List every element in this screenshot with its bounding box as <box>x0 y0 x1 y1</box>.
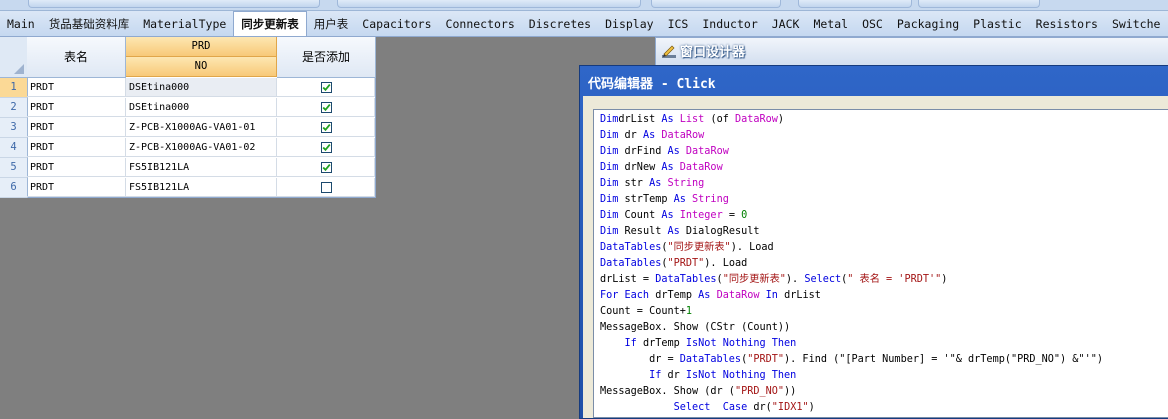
ribbon-button[interactable] <box>798 0 912 8</box>
code-line: Select Case dr("IDX1") <box>673 402 815 413</box>
tab-7[interactable]: Discretes <box>522 12 598 36</box>
tab-11[interactable]: JACK <box>765 12 807 36</box>
code-line: For Each drTemp As DataRow In drList <box>600 290 821 301</box>
code-line: MessageBox. Show (CStr (Count)) <box>600 322 791 333</box>
data-grid: 表名 PRD NO 是否添加 1 PRDT DSEtina000 2 PRDT DSEti… <box>0 37 376 198</box>
row-header[interactable]: 3 <box>0 118 28 138</box>
code-editor-window: 代码编辑器 - Click DimdrList As List (of Data… <box>579 65 1168 419</box>
code-line: Dim Result As DialogResult <box>600 226 760 237</box>
designer-title: 窗口设计器 <box>680 45 746 60</box>
cell-no[interactable]: FS5IB121LA <box>126 178 277 197</box>
code-editor-title: 代码编辑器 - Click <box>588 77 716 92</box>
cell-table-name[interactable]: PRDT <box>27 158 126 177</box>
tab-2[interactable]: MaterialType <box>136 12 233 36</box>
code-line: MessageBox. Show (dr ("PRD_NO")) <box>600 386 797 397</box>
cell-no[interactable]: DSEtina000 <box>126 78 277 97</box>
cell-table-name[interactable]: PRDT <box>27 178 126 197</box>
checkbox-checked[interactable] <box>321 122 332 133</box>
tab-12[interactable]: Metal <box>806 12 855 36</box>
checkbox-checked[interactable] <box>321 102 332 113</box>
tab-15[interactable]: Plastic <box>966 12 1028 36</box>
cell-no[interactable]: FS5IB121LA <box>126 158 277 177</box>
code-line: Dim strTemp As String <box>600 194 729 205</box>
ribbon-strip <box>0 0 1168 11</box>
tab-16[interactable]: Resistors <box>1029 12 1105 36</box>
grid-corner[interactable] <box>0 37 28 78</box>
tab-14[interactable]: Packaging <box>890 12 966 36</box>
tab-4[interactable]: 用户表 <box>307 12 356 36</box>
checkmark-icon <box>322 144 331 152</box>
code-line: Dim str As String <box>600 178 705 189</box>
checkmark-icon <box>322 164 331 172</box>
code-line: Dim Count As Integer = 0 <box>600 210 748 221</box>
code-line: Dim drFind As DataRow <box>600 146 729 157</box>
row-header[interactable]: 2 <box>0 98 28 118</box>
code-editor-body: DimdrList As List (of DataRow) Dim dr As … <box>583 96 1168 418</box>
row-header[interactable]: 1 <box>0 78 28 98</box>
column-header-no[interactable]: NO <box>126 57 277 77</box>
sheet-tab-bar: Main 货品基础资料库 MaterialType 同步更新表 用户表 Capacitor… <box>0 11 1168 37</box>
ribbon-button[interactable] <box>651 0 781 8</box>
cell-no[interactable]: Z-PCB-X1000AG-VA01-02 <box>126 138 277 157</box>
code-line: If drTemp IsNot Nothing Then <box>624 338 797 349</box>
row-header[interactable]: 4 <box>0 138 28 158</box>
code-text-area[interactable]: DimdrList As List (of DataRow) Dim dr As … <box>593 109 1168 418</box>
cell-no[interactable]: DSEtina000 <box>126 98 277 117</box>
column-header-table-name[interactable]: 表名 <box>27 37 126 78</box>
checkbox-checked[interactable] <box>321 162 332 173</box>
code-line: DimdrList As List (of DataRow) <box>600 114 785 125</box>
ribbon-button[interactable] <box>918 0 1040 8</box>
tab-6[interactable]: Connectors <box>439 12 522 36</box>
checkmark-icon <box>322 84 331 92</box>
cell-table-name[interactable]: PRDT <box>27 78 126 97</box>
tab-10[interactable]: Inductor <box>695 12 764 36</box>
ribbon-button[interactable] <box>337 0 641 8</box>
column-header-is-added[interactable]: 是否添加 <box>277 37 376 78</box>
code-line: Count = Count+1 <box>600 306 693 317</box>
tab-8[interactable]: Display <box>598 12 660 36</box>
tab-17[interactable]: Switche <box>1105 12 1167 36</box>
tab-1[interactable]: 货品基础资料库 <box>42 12 137 36</box>
cell-table-name[interactable]: PRDT <box>27 138 126 157</box>
tab-0[interactable]: Main <box>0 12 42 36</box>
code-line: DataTables("PRDT"). Load <box>600 258 748 269</box>
column-group-header-prd[interactable]: PRD <box>126 37 277 57</box>
cell-table-name[interactable]: PRDT <box>27 98 126 117</box>
row-header[interactable]: 6 <box>0 178 28 198</box>
tab-13[interactable]: OSC <box>855 12 890 36</box>
code-line: Dim dr As DataRow <box>600 130 705 141</box>
checkbox-unchecked[interactable] <box>321 182 332 193</box>
code-line: dr = DataTables("PRDT"). Find ("[Part Nu… <box>600 354 1103 365</box>
cell-table-name[interactable]: PRDT <box>27 118 126 137</box>
code-line: Case "0114P" <box>600 416 772 417</box>
ribbon-button[interactable] <box>28 0 320 8</box>
code-line: Dim drNew As DataRow <box>600 162 723 173</box>
code-line: drList = DataTables("同步更新表"). Select(" 表… <box>600 274 948 285</box>
tab-3[interactable]: 同步更新表 <box>233 11 307 36</box>
tab-9[interactable]: ICS <box>661 12 696 36</box>
tab-5[interactable]: Capacitors <box>355 12 438 36</box>
row-header[interactable]: 5 <box>0 158 28 178</box>
pencil-icon <box>662 45 676 58</box>
checkmark-icon <box>322 104 331 112</box>
cell-no[interactable]: Z-PCB-X1000AG-VA01-01 <box>126 118 277 137</box>
checkbox-checked[interactable] <box>321 82 332 93</box>
code-line: If dr IsNot Nothing Then <box>649 370 797 381</box>
checkbox-checked[interactable] <box>321 142 332 153</box>
checkmark-icon <box>322 124 331 132</box>
code-line: DataTables("同步更新表"). Load <box>600 242 774 253</box>
